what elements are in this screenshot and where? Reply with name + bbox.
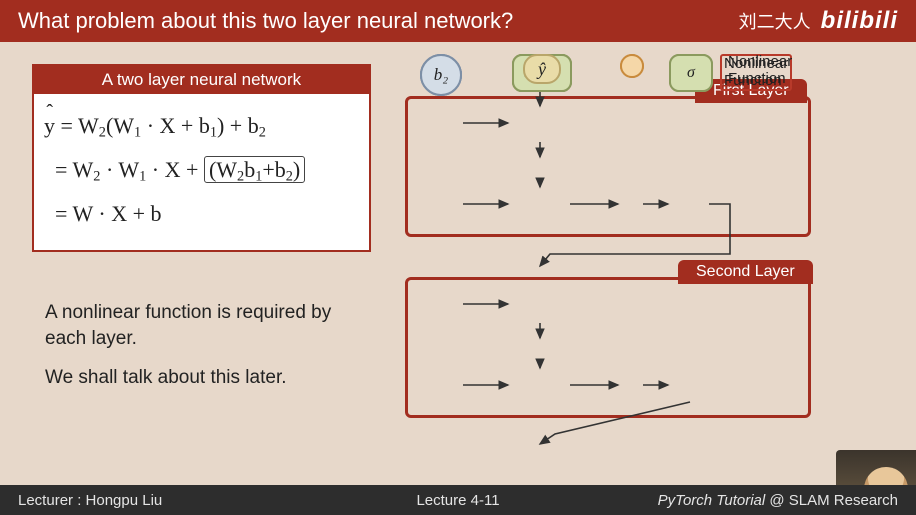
equation-card: A two layer neural network y = W2(W1 · X… [32,64,371,252]
nonlinear-label-2: Nonlinear Function [728,54,792,87]
title-bar: What problem about this two layer neural… [0,0,916,42]
footer-bar: Lecturer : Hongpu Liu Lecture 4-11 PyTor… [0,485,916,515]
sigma2-node: σ [669,54,713,92]
author-name: 刘二大人 [739,8,811,34]
note-line-2: We shall talk about this later. [45,365,375,391]
note-line-1: A nonlinear function is required by each… [45,300,375,351]
footer-lecturer: Lecturer : Hongpu Liu [18,492,162,509]
equation-body: y = W2(W1 · X + b1) + b2 = W2 · W1 · X +… [34,94,369,250]
footer-course: PyTorch Tutorial @ SLAM Research [658,492,898,509]
add2-out-node [620,54,644,78]
output-yhat-node: ŷ [523,54,561,84]
note-text: A nonlinear function is required by each… [45,300,375,405]
b2-node: b₂ [420,54,462,96]
site-logo: bilibili [821,7,898,35]
slide-title: What problem about this two layer neural… [18,8,513,34]
equation-card-header: A two layer neural network [34,66,369,94]
footer-lecture-number: Lecture 4-11 [416,492,499,509]
network-diagram: First Layer Second Layer X W [400,54,890,474]
